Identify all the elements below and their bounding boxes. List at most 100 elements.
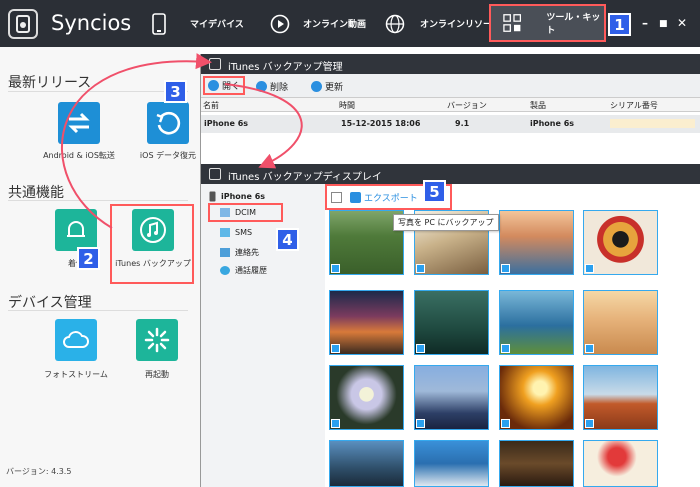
backup-display-title: iTunes バックアップディスプレイ xyxy=(228,172,382,183)
photo-checkbox[interactable] xyxy=(585,419,594,428)
open-button-label: 開く xyxy=(222,82,241,92)
photo-checkbox[interactable] xyxy=(416,344,425,353)
photo-checkbox[interactable] xyxy=(501,419,510,428)
photo-thumb[interactable] xyxy=(583,290,658,355)
category-contacts[interactable]: 連絡先 xyxy=(220,247,259,258)
nav-toolkit[interactable]: ツール・キット xyxy=(489,4,606,42)
tile-ios-restore[interactable] xyxy=(147,102,189,144)
photo-checkbox[interactable] xyxy=(331,419,340,428)
message-icon xyxy=(220,228,230,237)
table-row[interactable]: iPhone 6s 15-12-2015 18:06 9.1 iPhone 6s xyxy=(201,115,700,133)
row-version: 9.1 xyxy=(455,119,470,128)
reboot-spinner-icon xyxy=(144,327,170,353)
photo-checkbox[interactable] xyxy=(585,264,594,273)
bell-icon xyxy=(67,221,85,237)
category-sms[interactable]: SMS xyxy=(220,228,252,237)
photo-checkbox[interactable] xyxy=(501,344,510,353)
photo-thumb[interactable] xyxy=(329,440,404,487)
refresh-button[interactable]: 更新 xyxy=(311,78,343,94)
nav-online-resource[interactable]: オンラインリソース xyxy=(385,0,501,47)
column-name: 名前 xyxy=(203,101,219,110)
photo-thumb[interactable] xyxy=(499,440,574,487)
photo-thumb[interactable] xyxy=(414,440,489,487)
photo-thumb[interactable] xyxy=(499,365,574,430)
minimize-icon[interactable]: – xyxy=(642,16,648,30)
tile-android-ios-transfer[interactable] xyxy=(58,102,100,144)
export-tooltip: 写真を PC にバックアップ xyxy=(393,214,499,231)
tile-label-photostream: フォトストリーム xyxy=(44,370,108,379)
phone-icon xyxy=(209,191,216,202)
photo-thumb[interactable] xyxy=(499,290,574,355)
backup-display-window: iTunes バックアップディスプレイ iPhone 6s DCIM SMS 連… xyxy=(200,164,700,487)
nav-online-video-label: オンライン動画 xyxy=(303,20,367,30)
nav-my-device-label: マイデバイス xyxy=(190,20,244,30)
photo-grid xyxy=(327,210,700,487)
divider xyxy=(8,91,188,92)
category-call-history[interactable]: 通話履歴 xyxy=(220,265,267,276)
tile-label-itunes-backup: iTunes バックアップ xyxy=(115,259,191,268)
column-serial: シリアル番号 xyxy=(610,101,658,110)
section-latest: 最新リリース xyxy=(8,75,92,91)
photo-thumb[interactable] xyxy=(583,440,658,487)
backup-manager-titlebar: iTunes バックアップ管理 xyxy=(201,54,700,74)
tile-photostream[interactable] xyxy=(55,319,97,361)
category-contacts-label: 連絡先 xyxy=(235,248,259,257)
export-icon xyxy=(350,191,361,203)
app-title: Syncios xyxy=(51,11,132,35)
backup-display-titlebar: iTunes バックアップディスプレイ xyxy=(201,164,700,184)
music-note-icon xyxy=(140,217,166,243)
step-badge-5: 5 xyxy=(423,180,446,203)
display-toolbar: エクスポート xyxy=(325,184,700,210)
select-all-checkbox[interactable] xyxy=(331,192,342,203)
contacts-icon xyxy=(220,248,230,257)
nav-my-device[interactable]: マイデバイス xyxy=(152,0,244,47)
play-icon xyxy=(270,14,290,33)
nav-online-video[interactable]: オンライン動画 xyxy=(270,0,366,47)
call-icon xyxy=(220,266,230,275)
refresh-icon xyxy=(311,80,322,92)
top-bar: Syncios マイデバイス オンライン動画 オンラインリソース ツール・キット… xyxy=(0,0,700,47)
tile-reboot[interactable] xyxy=(136,319,178,361)
tile-ringtone[interactable] xyxy=(55,209,97,251)
device-node[interactable]: iPhone 6s xyxy=(209,191,265,202)
photo-checkbox[interactable] xyxy=(585,344,594,353)
restore-icon xyxy=(156,111,181,135)
syncios-logo-icon xyxy=(8,9,38,39)
row-serial-redacted xyxy=(610,119,695,128)
open-button[interactable]: 開く xyxy=(203,76,245,95)
tile-itunes-backup[interactable] xyxy=(132,209,174,251)
category-call-history-label: 通話履歴 xyxy=(235,266,267,275)
photo-checkbox[interactable] xyxy=(416,264,425,273)
sidebar: 最新リリース Android & iOS転送 iOS データ復元 共通機能 着信… xyxy=(0,47,200,487)
photo-checkbox[interactable] xyxy=(416,419,425,428)
step-badge-1: 1 xyxy=(608,13,631,36)
photo-checkbox[interactable] xyxy=(331,344,340,353)
transfer-arrows-icon xyxy=(68,112,90,134)
column-time: 時間 xyxy=(339,101,355,110)
photo-thumb[interactable] xyxy=(329,290,404,355)
step-badge-2: 2 xyxy=(77,247,100,270)
phone-icon xyxy=(152,12,166,35)
photo-thumb[interactable] xyxy=(414,365,489,430)
tile-label-transfer: Android & iOS転送 xyxy=(43,151,115,160)
delete-button-label: 削除 xyxy=(270,82,289,93)
refresh-button-label: 更新 xyxy=(325,82,344,93)
category-dcim-label: DCIM xyxy=(235,208,257,217)
maximize-icon[interactable]: ■ xyxy=(659,19,668,29)
export-button[interactable]: エクスポート xyxy=(350,189,418,205)
photo-checkbox[interactable] xyxy=(331,264,340,273)
photo-thumb[interactable] xyxy=(329,365,404,430)
section-common: 共通機能 xyxy=(8,185,64,201)
cloud-icon xyxy=(63,331,89,348)
backup-manager-toolbar: 開く 削除 更新 xyxy=(201,74,700,98)
photo-checkbox[interactable] xyxy=(501,264,510,273)
step-badge-4: 4 xyxy=(276,228,299,251)
globe-icon xyxy=(385,14,405,33)
photo-thumb[interactable] xyxy=(583,365,658,430)
photo-thumb[interactable] xyxy=(499,210,574,275)
delete-button[interactable]: 削除 xyxy=(256,78,288,94)
photo-thumb[interactable] xyxy=(414,290,489,355)
category-dcim[interactable]: DCIM xyxy=(220,208,256,217)
photo-thumb[interactable] xyxy=(583,210,658,275)
close-icon[interactable]: ✕ xyxy=(677,16,687,30)
